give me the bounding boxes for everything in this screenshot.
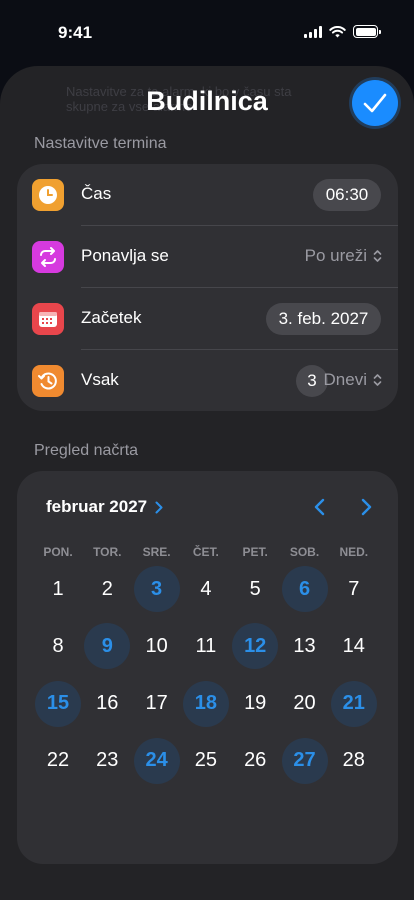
- calendar-day[interactable]: 7: [331, 566, 377, 612]
- battery-icon: [353, 25, 381, 38]
- repeat-label: Ponavlja se: [81, 246, 169, 265]
- repeat-icon: [32, 241, 64, 273]
- calendar-day-scheduled[interactable]: 24: [133, 737, 180, 784]
- calendar-day-scheduled[interactable]: 9: [84, 623, 131, 670]
- calendar-day[interactable]: 10: [134, 623, 180, 669]
- weekday-label: SOB.: [289, 545, 320, 559]
- wifi-icon: [329, 25, 346, 37]
- calendar-day[interactable]: 17: [134, 681, 180, 727]
- every-label: Vsak: [81, 370, 119, 389]
- chevron-updown-icon: [373, 250, 382, 262]
- calendar-day[interactable]: 5: [232, 566, 278, 612]
- month-label: februar 2027: [46, 497, 148, 516]
- calendar-day-scheduled[interactable]: 21: [330, 680, 377, 727]
- calendar-icon: [32, 303, 64, 335]
- chevron-left-icon: [314, 498, 324, 516]
- chevron-updown-icon: [373, 374, 382, 386]
- next-month-button[interactable]: [354, 495, 378, 519]
- clock-icon: [32, 179, 64, 211]
- calendar-day-scheduled[interactable]: 12: [232, 623, 279, 670]
- calendar-day[interactable]: 22: [35, 738, 81, 784]
- checkmark-icon: [363, 93, 387, 113]
- start-date-picker[interactable]: 3. feb. 2027: [266, 303, 381, 335]
- calendar-day-scheduled[interactable]: 27: [281, 737, 328, 784]
- chevron-right-icon: [361, 498, 371, 516]
- confirm-button[interactable]: [352, 80, 398, 126]
- calendar-day[interactable]: 28: [331, 738, 377, 784]
- interval-unit-menu[interactable]: Dnevi: [324, 370, 382, 390]
- weekday-label: NED.: [339, 545, 369, 559]
- calendar-day[interactable]: 1: [35, 566, 81, 612]
- calendar-day[interactable]: 19: [232, 681, 278, 727]
- calendar-day[interactable]: 8: [35, 623, 81, 669]
- status-bar: 9:41: [0, 0, 414, 66]
- weekday-label: ČET.: [192, 545, 219, 559]
- calendar-day-scheduled[interactable]: 18: [182, 680, 229, 727]
- row-start[interactable]: Začetek 3. feb. 2027: [17, 288, 398, 350]
- weekday-label: PET.: [242, 545, 268, 559]
- row-every[interactable]: Vsak 3 Dnevi: [17, 350, 398, 412]
- calendar-day[interactable]: 14: [331, 623, 377, 669]
- calendar-day[interactable]: 25: [183, 738, 229, 784]
- row-time[interactable]: Čas 06:30: [17, 164, 398, 226]
- settings-section-header: Nastavitve termina: [34, 135, 167, 152]
- chevron-right-icon: [155, 501, 163, 513]
- history-icon: [32, 365, 64, 397]
- calendar-day[interactable]: 13: [282, 623, 328, 669]
- calendar-day-scheduled[interactable]: 3: [133, 566, 180, 612]
- weekday-label: TOR.: [93, 545, 122, 559]
- status-time: 9:41: [58, 23, 93, 42]
- calendar-day[interactable]: 11: [183, 623, 229, 669]
- calendar-day[interactable]: 26: [232, 738, 278, 784]
- previous-month-button[interactable]: [307, 495, 331, 519]
- status-icons: [304, 25, 381, 38]
- interval-unit-value: Dnevi: [323, 370, 367, 389]
- weekday-label: SRE.: [142, 545, 171, 559]
- calendar-section-header: Pregled načrta: [34, 442, 139, 459]
- calendar-day[interactable]: 23: [84, 738, 130, 784]
- calendar-day-scheduled[interactable]: 6: [281, 566, 328, 612]
- settings-card: Čas 06:30 Ponavlja se Po ureži Začetek 3…: [17, 164, 398, 411]
- calendar-day[interactable]: 16: [84, 681, 130, 727]
- row-repeat[interactable]: Ponavlja se Po ureži: [17, 226, 398, 288]
- calendar-day-scheduled[interactable]: 15: [35, 680, 81, 727]
- time-picker[interactable]: 06:30: [313, 179, 381, 211]
- start-label: Začetek: [81, 308, 142, 327]
- calendar-day[interactable]: 4: [183, 566, 229, 612]
- cellular-signal-icon: [304, 25, 322, 38]
- calendar-day[interactable]: 20: [282, 681, 328, 727]
- month-selector[interactable]: februar 2027: [46, 497, 163, 517]
- calendar-card: februar 2027 PON. TOR. SRE. ČET. PET. SOB. NED…: [17, 471, 398, 864]
- weekday-label: PON.: [43, 545, 73, 559]
- repeat-value: Po ureži: [304, 246, 367, 265]
- repeat-menu[interactable]: Po ureži: [305, 246, 382, 266]
- time-label: Čas: [81, 184, 112, 203]
- calendar-day[interactable]: 2: [84, 566, 130, 612]
